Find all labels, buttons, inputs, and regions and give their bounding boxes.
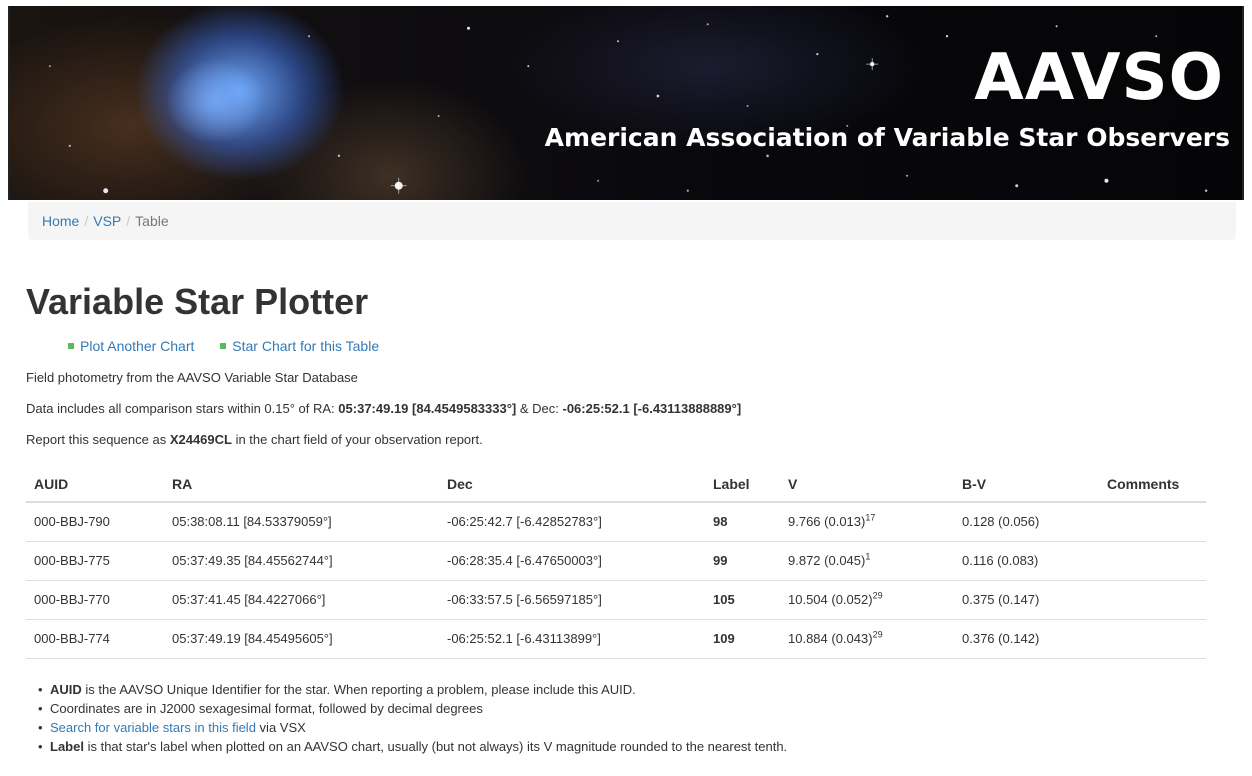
breadcrumb-current: Table (135, 213, 169, 229)
cell-comments (1099, 541, 1206, 581)
coords-mid: & Dec: (516, 401, 563, 416)
v-value: 9.872 (0.045) (788, 553, 866, 568)
bullet-square-icon (220, 343, 227, 350)
table-row: 000-BBJ-770 05:37:41.45 [84.4227066°] -0… (26, 580, 1206, 620)
report-prefix: Report this sequence as (26, 432, 170, 447)
note-text: via VSX (255, 720, 306, 735)
report-suffix: in the chart field of your observation r… (231, 432, 483, 447)
breadcrumb-vsp-link[interactable]: VSP (93, 213, 121, 229)
table-row: 000-BBJ-790 05:38:08.11 [84.53379059°] -… (26, 502, 1206, 542)
v-source-superscript: 17 (865, 512, 876, 523)
column-header-label[interactable]: Label (705, 466, 780, 503)
column-header-bv[interactable]: B-V (954, 466, 1099, 503)
cell-label: 98 (705, 502, 780, 542)
cell-label: 109 (705, 619, 780, 659)
cell-v: 9.766 (0.013)17 (780, 502, 954, 542)
note-term-auid: AUID (50, 682, 82, 697)
cell-ra: 05:37:49.19 [84.45495605°] (164, 619, 439, 659)
cell-auid: 000-BBJ-790 (26, 502, 164, 542)
v-value: 10.504 (0.052) (788, 592, 873, 607)
cell-auid: 000-BBJ-770 (26, 580, 164, 620)
coords-ra: 05:37:49.19 [84.4549583333°] (338, 401, 517, 416)
cell-v: 10.504 (0.052)29 (780, 580, 954, 620)
v-value: 10.884 (0.043) (788, 631, 873, 646)
star-chart-for-table-link[interactable]: Star Chart for this Table (232, 338, 379, 354)
cell-v: 10.884 (0.043)29 (780, 619, 954, 659)
table-header-row: AUID RA Dec Label V B-V Comments (26, 466, 1206, 503)
search-variable-stars-link[interactable]: Search for variable stars in this field (50, 720, 256, 735)
v-value: 9.766 (0.013) (788, 514, 866, 530)
note-text: Coordinates are in J2000 sexagesimal for… (50, 701, 483, 716)
notes-list: AUID is the AAVSO Unique Identifier for … (38, 680, 787, 756)
bullet-square-icon (68, 343, 74, 350)
sequence-code: X24469CL (169, 432, 232, 447)
cell-label: 99 (705, 541, 780, 581)
cell-bv: 0.128 (0.056) (954, 502, 1099, 542)
note-term-label: Label (50, 739, 84, 754)
report-sequence-text: Report this sequence as X24469CL in the … (26, 432, 483, 447)
column-header-auid[interactable]: AUID (26, 466, 164, 503)
cell-auid: 000-BBJ-775 (26, 541, 164, 581)
page-title: Variable Star Plotter (26, 281, 369, 322)
list-item: Search for variable stars in this field … (38, 718, 787, 737)
breadcrumb-separator: / (84, 213, 89, 229)
v-source-superscript: 29 (872, 629, 883, 640)
cell-bv: 0.376 (0.142) (954, 619, 1099, 659)
site-logo-subtitle: American Association of Variable Star Ob… (544, 123, 1230, 152)
cell-dec: -06:25:52.1 [-6.43113899°] (439, 619, 705, 659)
site-header-banner: AAVSO American Association of Variable S… (8, 6, 1244, 200)
note-text: is the AAVSO Unique Identifier for the s… (81, 682, 636, 697)
cell-v: 9.872 (0.045)1 (780, 541, 954, 581)
list-item: AUID is the AAVSO Unique Identifier for … (38, 680, 787, 699)
column-header-dec[interactable]: Dec (439, 466, 705, 503)
cell-dec: -06:28:35.4 [-6.47650003°] (439, 541, 705, 581)
column-header-ra[interactable]: RA (164, 466, 439, 503)
cell-ra: 05:37:49.35 [84.45562744°] (164, 541, 439, 581)
list-item: Label is that star's label when plotted … (38, 737, 787, 756)
action-links: Plot Another Chart Star Chart for this T… (68, 338, 401, 354)
breadcrumb-home-link[interactable]: Home (42, 213, 79, 229)
plot-another-chart-link[interactable]: Plot Another Chart (80, 338, 194, 354)
coordinates-text: Data includes all comparison stars withi… (26, 401, 741, 416)
table-row: 000-BBJ-774 05:37:49.19 [84.45495605°] -… (26, 619, 1206, 659)
list-item: Coordinates are in J2000 sexagesimal for… (38, 699, 787, 718)
cell-dec: -06:33:57.5 [-6.56597185°] (439, 580, 705, 620)
cell-comments (1099, 619, 1206, 659)
cell-dec: -06:25:42.7 [-6.42852783°] (439, 502, 705, 542)
column-header-comments[interactable]: Comments (1099, 466, 1206, 503)
coords-prefix: Data includes all comparison stars withi… (26, 401, 339, 416)
column-header-v[interactable]: V (780, 466, 954, 503)
breadcrumb-separator: / (126, 213, 131, 229)
cell-label: 105 (705, 580, 780, 620)
v-source-superscript: 29 (872, 590, 883, 601)
cell-comments (1099, 502, 1206, 542)
comparison-stars-table: AUID RA Dec Label V B-V Comments 000-BBJ… (26, 466, 1206, 659)
cell-ra: 05:38:08.11 [84.53379059°] (164, 502, 439, 542)
cell-auid: 000-BBJ-774 (26, 619, 164, 659)
cell-bv: 0.375 (0.147) (954, 580, 1099, 620)
cell-bv: 0.116 (0.083) (954, 541, 1099, 581)
cell-ra: 05:37:41.45 [84.4227066°] (164, 580, 439, 620)
breadcrumb: Home / VSP / Table (28, 202, 1236, 240)
v-source-superscript: 1 (865, 551, 871, 562)
coords-dec: -06:25:52.1 [-6.43113888889°] (562, 401, 742, 416)
site-logo-title[interactable]: AAVSO (974, 46, 1224, 110)
note-text: is that star's label when plotted on an … (83, 739, 788, 754)
table-row: 000-BBJ-775 05:37:49.35 [84.45562744°] -… (26, 541, 1206, 581)
cell-comments (1099, 580, 1206, 620)
intro-text: Field photometry from the AAVSO Variable… (26, 370, 358, 385)
